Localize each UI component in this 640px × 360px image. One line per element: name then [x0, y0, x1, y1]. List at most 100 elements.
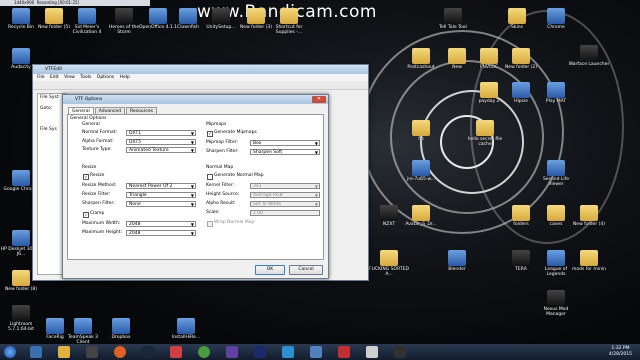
app-icon[interactable] — [394, 346, 406, 358]
recording-status: Recording [00:01:25] — [36, 0, 80, 5]
app-icon[interactable] — [366, 346, 378, 358]
resize-filter-select[interactable]: Triangle ▼ — [126, 192, 196, 198]
desktop-icon[interactable]: Dropbox — [100, 318, 142, 340]
desktop-icon[interactable]: Skins — [496, 8, 538, 30]
desktop-icon-label: Nexus Mod Manager — [543, 307, 569, 317]
alpha-result-select[interactable]: Set To White ▼ — [250, 201, 320, 207]
generate-mipmaps-checkbox[interactable]: ✓ — [207, 131, 213, 137]
height-source-label: Height Source: — [206, 192, 240, 197]
chevron-down-icon: ▼ — [190, 202, 194, 207]
app-icon[interactable] — [226, 346, 238, 358]
ok-button[interactable]: OK — [255, 265, 285, 275]
sharpen-filter-select[interactable]: None ▼ — [126, 201, 196, 207]
steam-icon[interactable] — [142, 346, 154, 358]
app-icon — [547, 250, 565, 266]
desktop-icon[interactable]: Tell Tale Tool — [432, 8, 474, 30]
desktop-icon-label: New folder (4) — [572, 222, 606, 227]
app-icon — [177, 318, 195, 334]
app-icon[interactable] — [310, 346, 322, 358]
close-button[interactable]: ✕ — [312, 96, 326, 103]
cancel-button[interactable]: Cancel — [289, 265, 323, 275]
app-icon — [212, 8, 230, 24]
explorer-icon[interactable] — [58, 346, 70, 358]
menu-view[interactable]: View — [64, 75, 75, 80]
app-icon — [380, 205, 398, 221]
system-clock[interactable]: 1:32 PM 4/28/2015 — [609, 346, 632, 357]
photoshop-icon[interactable] — [254, 346, 266, 358]
alpha-format-value: DXT5 — [129, 140, 142, 145]
resize-method-select[interactable]: Nearest Power Of 2 ▼ — [126, 183, 196, 189]
desktop-icon[interactable]: Play MAT — [535, 82, 577, 104]
resize-checkbox[interactable]: ✓ — [83, 174, 89, 180]
max-height-select[interactable]: 2048 ▼ — [126, 230, 196, 236]
desktop-icon[interactable]: jre-7u65-w... — [400, 160, 442, 182]
max-width-select[interactable]: 2048 ▼ — [126, 221, 196, 227]
menu-tools[interactable]: Tools — [80, 75, 91, 80]
menu-file[interactable]: File — [37, 75, 45, 80]
media-icon[interactable] — [86, 346, 98, 358]
desktop-icon[interactable]: FUCKING SORTED A... — [368, 250, 410, 277]
desktop-icon[interactable]: Shortcut for Supplies -... — [268, 8, 310, 35]
app-icon[interactable] — [338, 346, 350, 358]
desktop-icon[interactable]: New folder (2) — [500, 48, 542, 70]
desktop-icon[interactable]: InstallHiRe... — [165, 318, 207, 340]
app-icon — [12, 48, 30, 64]
general-panel: General Options General Normal Format: D… — [67, 114, 324, 260]
mipmap-filter-select[interactable]: Box ▼ — [250, 140, 320, 146]
desktop-icon-label: Skins — [511, 25, 523, 30]
texture-type-value: Animated Texture — [129, 148, 169, 153]
mipmap-filter-label: Mipmap Filter: — [206, 140, 238, 145]
firefox-icon[interactable] — [114, 346, 126, 358]
desktop-icon[interactable]: hello secret file cache — [464, 120, 506, 147]
desktop-icon[interactable]: mods for minin — [568, 250, 610, 272]
alpha-result-label: Alpha Result: — [206, 201, 236, 206]
ie-icon[interactable] — [30, 346, 42, 358]
desktop-icon[interactable]: Nexus Mod Manager — [535, 290, 577, 317]
desktop-icon[interactable]: fts — [400, 120, 442, 142]
sharpen-filter-value: None — [129, 202, 141, 207]
desktop-icon[interactable]: Sid Meier's Civilization 4 — [66, 8, 108, 35]
max-height-value: 2048 — [129, 231, 141, 236]
menu-help[interactable]: Help — [120, 75, 130, 80]
chrome-icon[interactable] — [198, 346, 210, 358]
desktop-icon-label: mods for minin — [572, 267, 606, 272]
mip-sharpen-select[interactable]: Sharpen Soft ▼ — [250, 149, 320, 155]
app-icon — [547, 8, 565, 24]
height-source-select[interactable]: Average RGB ▼ — [250, 192, 320, 198]
desktop-icon-label: Chrome — [547, 25, 565, 30]
scale-value: 2.00 — [253, 211, 264, 216]
scale-label: Scale: — [206, 210, 220, 215]
sharpen-filter-label: Sharpen Filter: — [82, 201, 115, 206]
alpha-result-value: Set To White — [253, 202, 282, 207]
desktop-icon[interactable]: Second Life Viewer — [535, 160, 577, 187]
texture-type-select[interactable]: Animated Texture ▼ — [126, 147, 196, 153]
desktop-icon[interactable]: FaceRig — [34, 318, 76, 340]
desktop-icon[interactable]: Warface Launcher — [568, 45, 610, 67]
chevron-down-icon: ▼ — [190, 140, 194, 145]
app-icon[interactable] — [170, 346, 182, 358]
folder-icon — [247, 8, 265, 24]
desktop-icon[interactable]: Chrome — [535, 8, 577, 30]
max-width-label: Maximum Width: — [82, 221, 121, 226]
normal-format-select[interactable]: DXT1 ▼ — [126, 130, 196, 136]
start-button[interactable] — [4, 346, 16, 358]
generate-normal-map-checkbox[interactable] — [207, 174, 213, 180]
app-icon — [512, 250, 530, 266]
app-icon — [115, 8, 133, 24]
desktop-icon[interactable]: Avatar_S_Dr... — [400, 205, 442, 227]
menu-options[interactable]: Options — [97, 75, 114, 80]
desktop-icon[interactable]: Blender — [436, 250, 478, 272]
chevron-down-icon: ▼ — [190, 148, 194, 153]
desktop-icon[interactable]: New folder (4) — [568, 205, 610, 227]
app-icon — [46, 318, 64, 334]
alpha-format-select[interactable]: DXT5 ▼ — [126, 139, 196, 145]
clamp-checkbox[interactable]: ✓ — [83, 212, 89, 218]
menu-edit[interactable]: Edit — [50, 75, 59, 80]
app-icon — [12, 170, 30, 186]
wrap-normal-map-checkbox[interactable] — [207, 221, 213, 227]
kernel-filter-select[interactable]: 3x3 ▼ — [250, 183, 320, 189]
skype-icon[interactable] — [282, 346, 294, 358]
scale-input[interactable]: 2.00 — [250, 210, 320, 216]
generate-normal-map-label: Generate Normal Map — [214, 173, 264, 178]
chevron-down-icon: ▼ — [190, 231, 194, 236]
